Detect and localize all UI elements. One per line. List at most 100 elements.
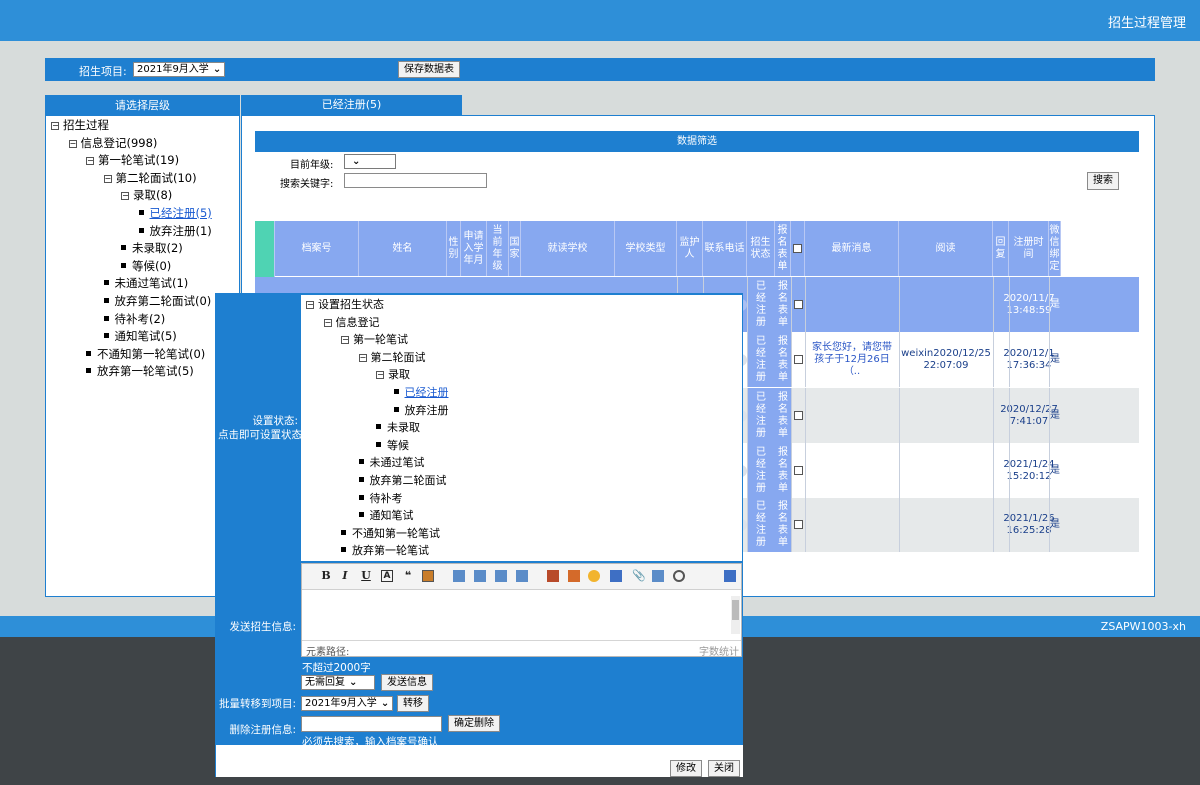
latest-message-cell[interactable]: 家长您好，请您带孩子于12月26日（.. <box>805 332 899 387</box>
italic-icon[interactable]: I <box>339 570 351 582</box>
latest-message-cell[interactable] <box>805 443 899 498</box>
row-checkbox[interactable] <box>794 520 803 529</box>
level-tree-node[interactable]: − 信息登记(998) <box>51 135 212 153</box>
column-divider <box>791 332 792 387</box>
collapse-icon[interactable]: − <box>86 157 94 166</box>
align-right-icon[interactable] <box>495 570 507 582</box>
attachment-icon[interactable]: 📎 <box>632 570 646 582</box>
latest-message-cell[interactable] <box>805 388 899 443</box>
level-tree-node[interactable]: − 招生过程 <box>51 117 212 135</box>
select-all-checkbox[interactable] <box>793 244 802 253</box>
level-tree-node[interactable]: 放弃第二轮面试(0) <box>51 293 212 311</box>
keyword-input[interactable] <box>344 173 487 188</box>
justify-icon[interactable] <box>516 570 528 582</box>
status-tree-node[interactable]: − 录取 <box>306 366 449 384</box>
row-checkbox[interactable] <box>794 465 803 475</box>
level-tree-node[interactable]: 待补考(2) <box>51 311 212 329</box>
grade-select[interactable] <box>344 154 396 169</box>
latest-message-cell[interactable] <box>805 498 899 552</box>
level-tree-node[interactable]: 已经注册(5) <box>51 205 212 223</box>
fullscreen-icon[interactable] <box>724 570 736 582</box>
form-link[interactable]: 报名表单 <box>775 443 791 498</box>
status-tree-node[interactable]: 等候 <box>306 437 449 455</box>
form-link[interactable]: 报名表单 <box>775 498 791 552</box>
editor-scrollbar[interactable] <box>731 596 740 634</box>
form-link[interactable]: 报名表单 <box>775 332 791 387</box>
status-tree-node[interactable]: 通知笔试 <box>306 507 449 525</box>
collapse-icon[interactable]: − <box>121 192 129 201</box>
column-header: 姓名 <box>359 221 447 276</box>
paste-icon[interactable] <box>422 570 434 582</box>
tab-registered[interactable]: 已经注册(5) <box>241 95 462 115</box>
emoji-icon[interactable] <box>588 570 600 582</box>
status-tree-node[interactable]: 未录取 <box>306 419 449 437</box>
confirm-delete-button[interactable]: 确定删除 <box>448 715 500 732</box>
row-checkbox[interactable] <box>794 410 803 420</box>
collapse-icon[interactable]: − <box>376 371 384 380</box>
level-tree-node[interactable]: 放弃注册(1) <box>51 223 212 241</box>
status-tree-node[interactable]: − 信息登记 <box>306 314 449 332</box>
status-tree-node[interactable]: 放弃注册 <box>306 402 449 420</box>
bullet-icon <box>103 280 109 286</box>
close-button[interactable]: 关闭 <box>708 760 740 777</box>
align-center-icon[interactable] <box>474 570 486 582</box>
zoom-icon[interactable] <box>673 570 685 582</box>
row-checkbox[interactable] <box>794 354 803 364</box>
level-tree-node[interactable]: 通知笔试(5) <box>51 328 212 346</box>
collapse-icon[interactable]: − <box>358 353 367 362</box>
level-tree-node[interactable]: 未通过笔试(1) <box>51 275 212 293</box>
level-tree-node[interactable]: 不通知第一轮笔试(0) <box>51 346 212 364</box>
status-tree-node[interactable]: 不通知第一轮笔试 <box>306 525 449 543</box>
message-editor[interactable]: B I U A ❝ 📎 元素路径: 字数统计 <box>301 563 742 658</box>
image-icon[interactable] <box>547 570 559 582</box>
preview-icon[interactable] <box>652 570 664 582</box>
project-select[interactable]: 2021年9月入学 <box>133 62 226 77</box>
level-tree-node[interactable]: 放弃第一轮笔试(5) <box>51 363 212 381</box>
status-tree-node[interactable]: − 第一轮笔试 <box>306 331 449 349</box>
status-tree-node[interactable]: 放弃第一轮笔试 <box>306 542 449 560</box>
form-link[interactable]: 报名表单 <box>775 388 791 443</box>
editor-body[interactable] <box>302 590 741 640</box>
collapse-icon[interactable]: − <box>323 318 332 327</box>
status-tree-node[interactable]: 未通过笔试 <box>306 454 449 472</box>
status-tree-node[interactable]: − 设置招生状态 <box>306 296 449 314</box>
save-icon[interactable] <box>610 570 622 582</box>
modify-button[interactable]: 修改 <box>670 760 702 777</box>
row-checkbox[interactable] <box>794 299 803 309</box>
search-button[interactable]: 搜索 <box>1087 172 1119 190</box>
level-tree-node[interactable]: − 第一轮笔试(19) <box>51 152 212 170</box>
level-tree-node-label: 等候(0) <box>132 258 172 273</box>
status-tree-node[interactable]: 待补考 <box>306 490 449 508</box>
status-tree-node-label: 放弃注册 <box>404 403 449 417</box>
delete-input[interactable] <box>301 716 442 732</box>
registration-time-cell: 2020/12/1 17:36:34 <box>1003 347 1055 371</box>
underline-icon[interactable]: U <box>360 570 372 582</box>
collapse-icon[interactable]: − <box>306 301 314 309</box>
collapse-icon[interactable]: − <box>51 122 59 130</box>
form-link[interactable]: 报名表单 <box>775 277 791 332</box>
quote-icon[interactable]: ❝ <box>402 570 414 582</box>
align-left-icon[interactable] <box>453 570 465 582</box>
collapse-icon[interactable]: − <box>68 139 77 148</box>
level-tree-node[interactable]: − 第二轮面试(10) <box>51 170 212 188</box>
bold-icon[interactable]: B <box>320 570 332 582</box>
level-tree-node-label: 第一轮笔试(19) <box>98 153 180 168</box>
transfer-button[interactable]: 转移 <box>397 695 429 712</box>
font-color-icon[interactable]: A <box>381 570 393 582</box>
status-tree-node[interactable]: 已经注册 <box>306 384 449 402</box>
level-tree-node[interactable]: 未录取(2) <box>51 240 212 258</box>
collapse-icon[interactable]: − <box>103 174 112 183</box>
transfer-select[interactable]: 2021年9月入学 <box>301 696 393 711</box>
media-icon[interactable] <box>568 570 580 582</box>
column-header[interactable] <box>791 221 805 276</box>
level-tree-node[interactable]: 等候(0) <box>51 258 212 276</box>
reply-select[interactable]: 无需回复 <box>301 675 375 690</box>
collapse-icon[interactable]: − <box>341 336 349 345</box>
send-message-button[interactable]: 发送信息 <box>381 674 433 691</box>
status-tree-node[interactable]: 放弃第二轮面试 <box>306 472 449 490</box>
save-data-button[interactable]: 保存数据表 <box>398 61 460 78</box>
column-divider <box>1049 277 1050 332</box>
status-tree-node[interactable]: − 第二轮面试 <box>306 349 449 367</box>
latest-message-cell[interactable] <box>805 277 899 332</box>
level-tree-node[interactable]: − 录取(8) <box>51 187 212 205</box>
